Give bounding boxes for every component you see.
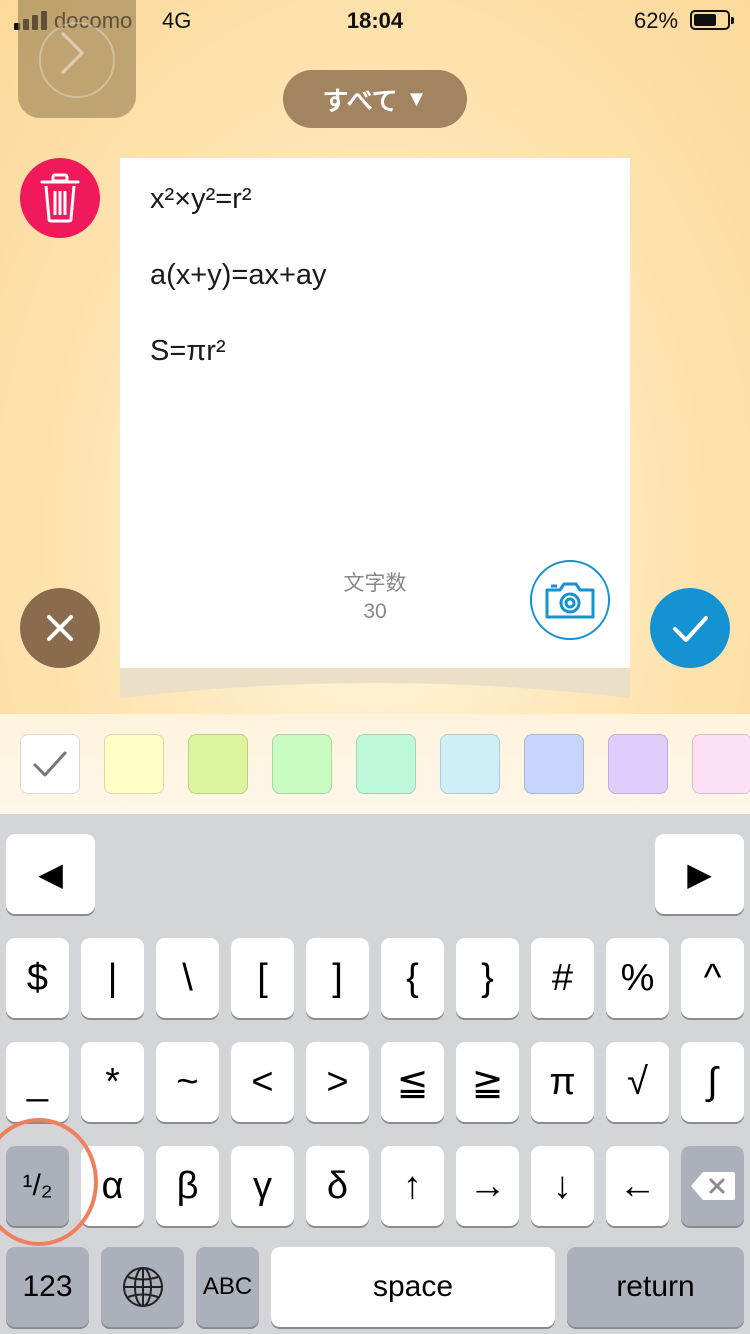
symbol-key[interactable]: →	[456, 1146, 519, 1226]
check-icon	[33, 751, 67, 777]
card-curl	[120, 668, 630, 698]
abc-key[interactable]: ABC	[196, 1247, 259, 1327]
symbol-key[interactable]: ^	[681, 938, 744, 1018]
note-line: a(x+y)=ax+ay	[150, 259, 327, 291]
color-swatch[interactable]	[692, 734, 750, 794]
camera-icon	[545, 582, 595, 619]
symbol-key[interactable]: $	[6, 938, 69, 1018]
color-swatch[interactable]	[20, 734, 80, 794]
close-icon	[47, 615, 73, 641]
symbol-key[interactable]: %	[606, 938, 669, 1018]
symbol-key[interactable]: δ	[306, 1146, 369, 1226]
color-swatch[interactable]	[608, 734, 668, 794]
cursor-left-key[interactable]: ◀	[6, 834, 95, 914]
symbol-key[interactable]: |	[81, 938, 144, 1018]
symbol-key[interactable]: ←	[606, 1146, 669, 1226]
check-icon	[673, 616, 708, 642]
return-key[interactable]: return	[567, 1247, 744, 1327]
color-swatch[interactable]	[356, 734, 416, 794]
note-card[interactable]: x²×y²=r² a(x+y)=ax+ay S=πr² 文字数 30	[120, 158, 630, 668]
symbol-key[interactable]: γ	[231, 1146, 294, 1226]
symbol-key[interactable]: ]	[306, 938, 369, 1018]
battery-percent: 62%	[634, 8, 679, 33]
color-swatch[interactable]	[104, 734, 164, 794]
trash-icon	[40, 173, 80, 223]
backspace-key[interactable]	[681, 1146, 744, 1226]
cursor-right-key[interactable]: ▶	[655, 834, 744, 914]
color-swatch-bar	[0, 714, 750, 814]
globe-icon	[122, 1267, 163, 1307]
symbol-key[interactable]: *	[81, 1042, 144, 1122]
symbol-key[interactable]: }	[456, 938, 519, 1018]
close-button[interactable]	[20, 588, 100, 668]
note-line: x²×y²=r²	[150, 183, 252, 215]
symbol-key[interactable]: >	[306, 1042, 369, 1122]
color-swatch[interactable]	[272, 734, 332, 794]
symbol-key[interactable]: ∫	[681, 1042, 744, 1122]
symbol-key[interactable]: ~	[156, 1042, 219, 1122]
delete-button[interactable]	[20, 158, 100, 238]
symbol-key[interactable]: π	[531, 1042, 594, 1122]
color-swatch[interactable]	[188, 734, 248, 794]
camera-button[interactable]	[530, 560, 610, 640]
note-line: S=πr²	[150, 335, 226, 367]
color-swatch[interactable]	[524, 734, 584, 794]
battery-icon	[690, 10, 734, 30]
globe-key[interactable]	[101, 1247, 184, 1327]
symbol-key[interactable]: ≦	[381, 1042, 444, 1122]
symbol-key[interactable]: _	[6, 1042, 69, 1122]
symbol-key[interactable]: <	[231, 1042, 294, 1122]
symbol-key[interactable]: β	[156, 1146, 219, 1226]
symbol-key[interactable]: [	[231, 938, 294, 1018]
confirm-button[interactable]	[650, 588, 730, 668]
category-filter-button[interactable]: すべて ▼	[283, 70, 467, 128]
category-label: すべて	[322, 85, 398, 116]
symbol-key[interactable]: √	[606, 1042, 669, 1122]
backspace-icon	[690, 1172, 735, 1200]
caret-down-icon: ▼	[405, 86, 428, 111]
space-key[interactable]: space	[271, 1247, 555, 1327]
forward-button[interactable]	[18, 0, 136, 118]
color-swatch[interactable]	[440, 734, 500, 794]
numbers-mode-key[interactable]: 123	[6, 1247, 89, 1327]
symbol-key[interactable]: {	[381, 938, 444, 1018]
symbol-key[interactable]: \	[156, 938, 219, 1018]
note-text[interactable]: x²×y²=r² a(x+y)=ax+ay S=πr²	[150, 180, 327, 408]
symbol-key[interactable]: ↑	[381, 1146, 444, 1226]
symbol-key[interactable]: #	[531, 938, 594, 1018]
symbol-key[interactable]: ↓	[531, 1146, 594, 1226]
symbol-key[interactable]: ≧	[456, 1042, 519, 1122]
